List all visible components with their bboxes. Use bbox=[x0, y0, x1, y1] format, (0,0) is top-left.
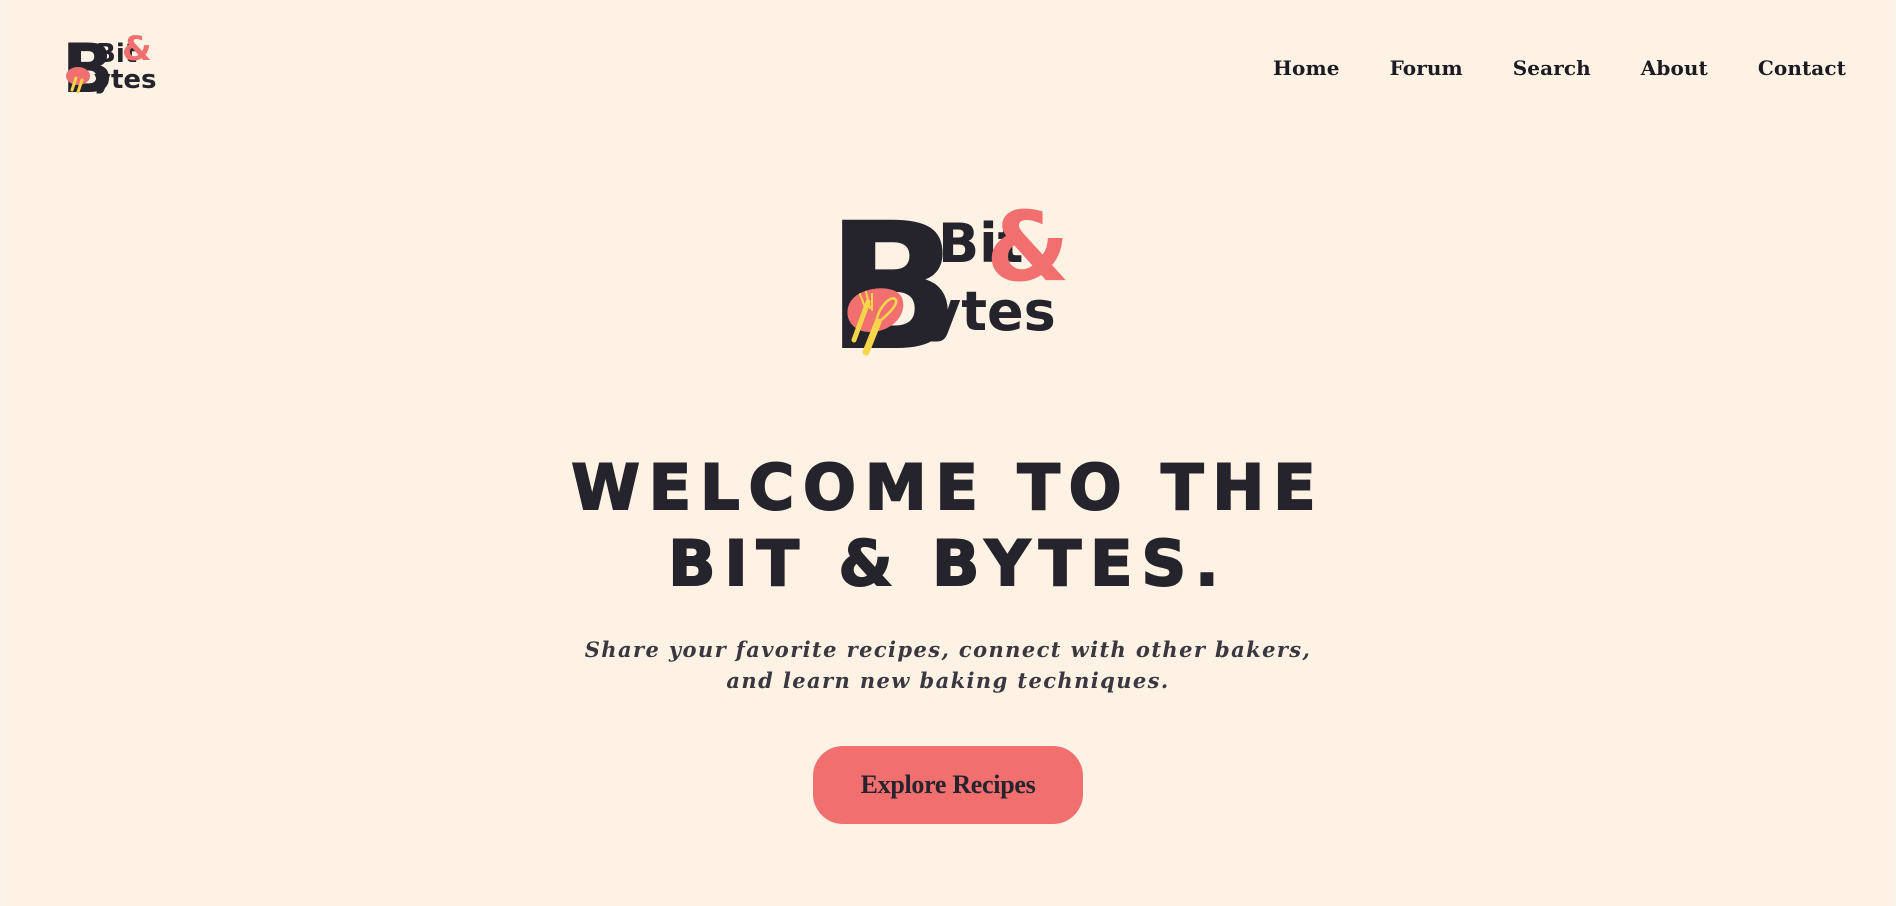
hero-logo-text-line2: ytes bbox=[926, 280, 1056, 343]
explore-recipes-button[interactable]: Explore Recipes bbox=[813, 746, 1083, 824]
nav-link-home[interactable]: Home bbox=[1273, 56, 1340, 80]
hero-title: WELCOME TO THE BIT & BYTES. bbox=[498, 450, 1398, 602]
main-nav: Home Forum Search About Contact bbox=[1273, 56, 1846, 80]
logo-mark: B Bit & ytes bbox=[62, 30, 157, 109]
hero-subtitle: Share your favorite recipes, connect wit… bbox=[584, 637, 1312, 693]
hero-title-line1: WELCOME TO THE bbox=[570, 450, 1325, 525]
logo-text-line2: ytes bbox=[94, 65, 157, 95]
logo-blob bbox=[66, 67, 90, 85]
hero-logo-mark: B Bit & ytes bbox=[826, 190, 1070, 390]
hero-logo: B Bit & ytes bbox=[826, 190, 1070, 390]
nav-link-forum[interactable]: Forum bbox=[1390, 56, 1463, 80]
nav-link-search[interactable]: Search bbox=[1513, 56, 1591, 80]
nav-link-about[interactable]: About bbox=[1641, 56, 1708, 80]
site-header: B Bit & ytes Home Forum Search About Con… bbox=[0, 0, 1896, 140]
header-logo[interactable]: B Bit & ytes bbox=[62, 30, 162, 110]
hero-section: B Bit & ytes WELCOME TO THE BIT & BYTES.… bbox=[0, 190, 1896, 824]
logo-amp: & bbox=[122, 30, 152, 69]
nav-link-contact[interactable]: Contact bbox=[1758, 56, 1846, 80]
hero-title-line2: BIT & BYTES. bbox=[667, 526, 1228, 601]
